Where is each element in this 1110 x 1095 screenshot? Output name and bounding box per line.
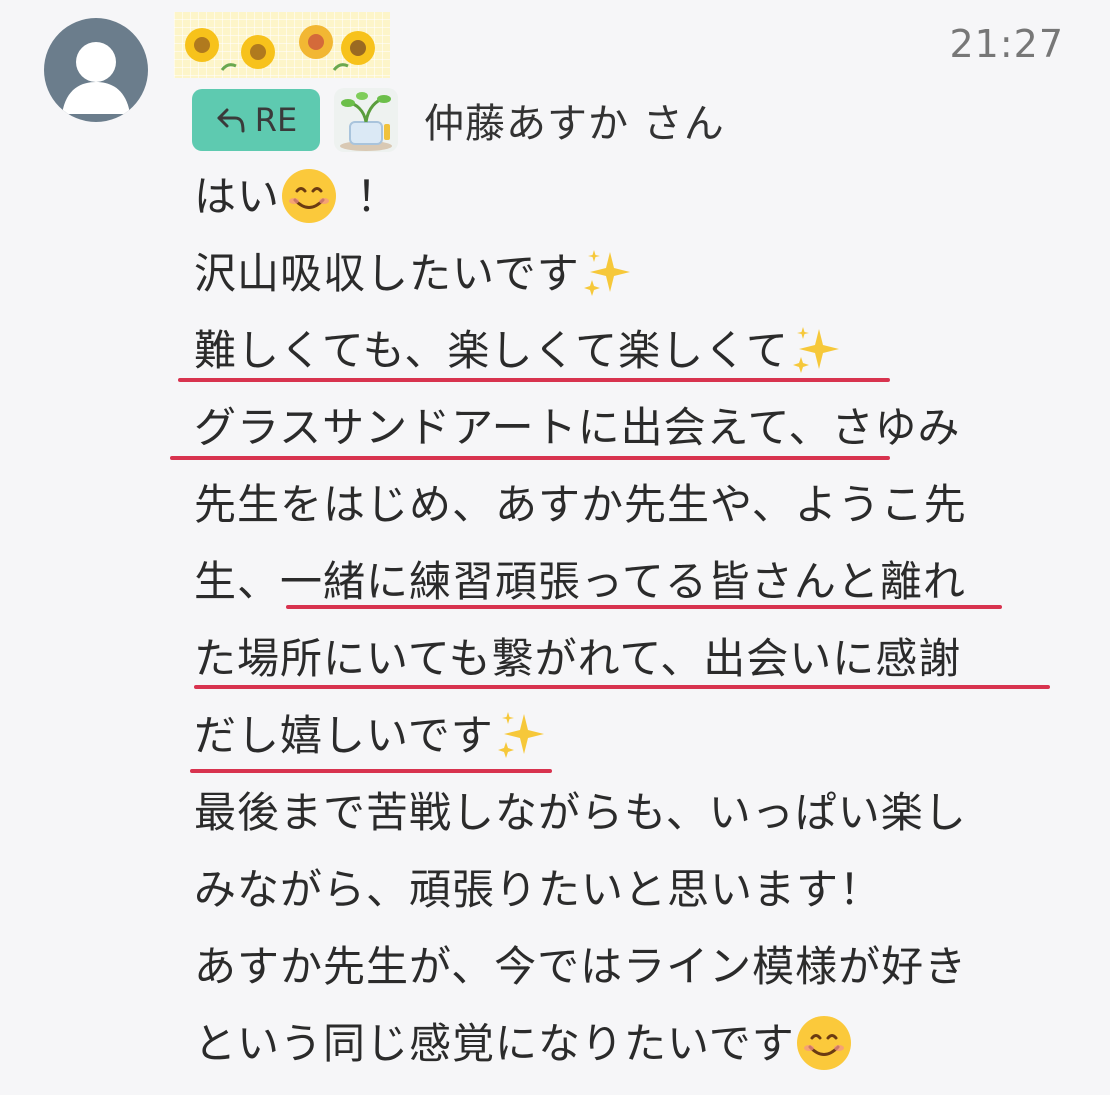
message-line-text: 最後まで苦戦しながらも、いっぱい楽し xyxy=(194,788,967,837)
message-line: グラスサンドアートに出会えて、さゆみ xyxy=(194,389,1074,466)
message-line-text: 難しくても、楽しくて楽しくて xyxy=(194,326,789,375)
message-line-text: た場所にいても繋がれて、出会いに感謝 xyxy=(194,634,962,683)
message-line: はい ！ xyxy=(194,158,1074,235)
message-line-text: はい xyxy=(194,172,281,221)
highlight-underline xyxy=(178,378,890,382)
message-line: 沢山吸収したいです xyxy=(194,235,1074,312)
sunflower-icon xyxy=(185,25,375,71)
message-line-suffix: ！ xyxy=(356,172,400,221)
message-line: だし嬉しいです xyxy=(194,697,1074,774)
message-line-text: 生、一緒に練習頑張ってる皆さんと離れ xyxy=(194,557,966,606)
message-line-text: だし嬉しいです xyxy=(194,711,494,760)
reply-arrow-icon xyxy=(217,108,245,133)
message-line-text: グラスサンドアートに出会えて、さゆみ xyxy=(194,403,961,452)
reply-badge-label: RE xyxy=(254,101,298,139)
highlight-underline xyxy=(286,605,1002,609)
message-line: みながら、頑張りたいと思います！ xyxy=(194,851,1074,928)
message-line-text: あすか先生が、今ではライン模様が好き xyxy=(194,942,968,991)
message-line-text: という同じ感覚になりたいです xyxy=(194,1019,795,1068)
message-line: 最後まで苦戦しながらも、いっぱい楽し xyxy=(194,774,1074,851)
reply-recipient-avatar[interactable] xyxy=(334,88,398,152)
message-timestamp: 21:27 xyxy=(949,22,1064,66)
reply-badge[interactable]: RE xyxy=(192,89,320,151)
highlight-underline xyxy=(170,456,890,460)
sender-avatar[interactable] xyxy=(44,18,148,122)
sender-name-sunflowers xyxy=(174,12,390,78)
message-line-text: みながら、頑張りたいと思います！ xyxy=(194,865,883,914)
reply-header: RE 仲藤あすか さん xyxy=(192,88,725,152)
message-line: という同じ感覚になりたいです xyxy=(194,1005,1074,1082)
sparkles-emoji-icon xyxy=(792,326,839,373)
smile-emoji-icon xyxy=(282,168,337,223)
message-line: 先生をはじめ、あすか先生や、ようこ先 xyxy=(194,466,1074,543)
sparkles-emoji-icon xyxy=(583,249,630,296)
reply-recipient-name: 仲藤あすか さん xyxy=(424,101,725,147)
message-line-text: 先生をはじめ、あすか先生や、ようこ先 xyxy=(194,480,967,529)
smile-emoji-icon xyxy=(796,1015,851,1070)
message-body: はい ！ 沢山吸収したいです 難しくても、楽しくて楽しくて グラスサンドアートに… xyxy=(194,158,1074,1082)
highlight-underline xyxy=(190,769,552,773)
sparkles-emoji-icon xyxy=(497,711,544,758)
plant-jar-icon xyxy=(340,92,392,151)
message-line-text: 沢山吸収したいです xyxy=(194,249,580,298)
message-line: あすか先生が、今ではライン模様が好き xyxy=(194,928,1074,1005)
highlight-underline xyxy=(194,685,1050,689)
person-icon xyxy=(62,42,130,114)
